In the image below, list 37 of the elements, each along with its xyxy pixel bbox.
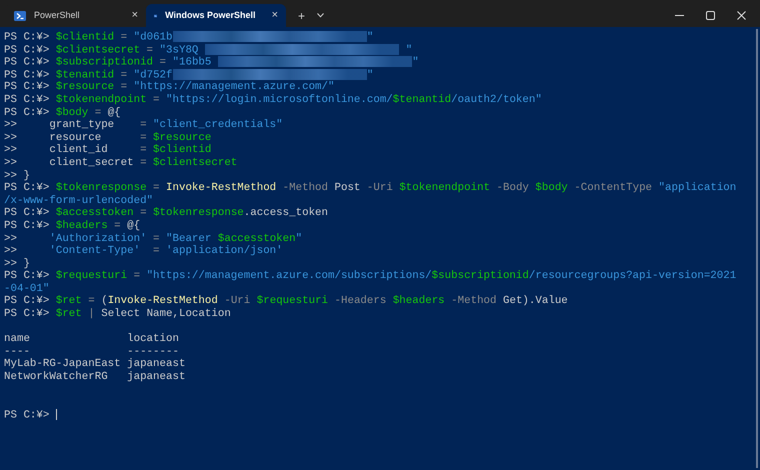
terminal-line: PS C:¥> $subscriptionid = "16bb5 " (4, 56, 419, 69)
terminal-line: >> 'Content-Type' = 'application/json' (4, 245, 283, 258)
terminal-line: >> 'Authorization' = "Bearer $accesstoken" (4, 232, 302, 245)
terminal-line: PS C:¥> $body = @{ (4, 106, 121, 120)
terminal-line: -04-01" (4, 282, 50, 296)
terminal-line: MyLab-RG-JapanEast japaneast (4, 358, 186, 371)
new-tab-button[interactable]: + (298, 6, 306, 24)
terminal-line: ---- -------- (4, 346, 179, 358)
terminal-line: >> } (4, 170, 30, 182)
close-icon[interactable] (737, 11, 746, 20)
terminal-line: PS C:¥> $clientid = "d061b " (4, 31, 374, 44)
tab[interactable]: Windows PowerShell × (146, 4, 286, 27)
terminal-line: >> } (4, 258, 30, 270)
terminal-line: PS C:¥> $accesstoken = $tokenresponse.access_token (4, 207, 328, 220)
close-icon[interactable]: × (272, 7, 278, 24)
chevron-down-icon[interactable] (317, 13, 324, 18)
terminal-line: PS C:¥> $ret | Select Name,Location (4, 308, 231, 321)
maximize-icon[interactable] (706, 11, 715, 20)
terminal-line: PS C:¥> $clientsecret = "3sY8Q " (4, 44, 412, 56)
terminal-line: PS C:¥> $tokenendpoint = "https://login.microsoftonline.com/$tenantid/oauth2/token" (4, 94, 542, 107)
terminal-line: /x-www-form-urlencoded" (4, 194, 154, 207)
terminal-line: >> client_secret = $clientsecret (4, 156, 238, 170)
terminal-line: NetworkWatcherRG japaneast (4, 371, 186, 384)
terminal-line: >> grant_type = "client_credentials" (4, 119, 283, 132)
terminal-line: PS C:¥> $tenantid = "d752f " (4, 68, 374, 82)
terminal-line: PS C:¥> $ret = (Invoke-RestMethod -Uri $requesturi -Headers $headers -Method Get).Value (4, 295, 568, 308)
terminal-line: PS C:¥> $resource = "https://management.azure.com/" (4, 81, 334, 94)
terminal-line: >> resource = $resource (4, 132, 212, 144)
terminal-line: PS C:¥> $headers = @{ (4, 220, 140, 232)
terminal-line: PS C:¥> (4, 408, 57, 422)
tab-title: PowerShell (34, 8, 80, 22)
terminal-line: PS C:¥> $tokenresponse = Invoke-RestMethod -Method Post -Uri $tokenendpoint -Body $body -ContentType "application (4, 182, 736, 195)
tab-title: Windows PowerShell (165, 8, 256, 22)
terminal-line: >> client_id = $clientid (4, 144, 212, 157)
close-icon[interactable]: × (132, 7, 138, 24)
terminal-line: name location (4, 333, 179, 346)
terminal-line: PS C:¥> $requesturi = "https://management.azure.com/subscriptions/$subscriptionid/resourcegroups?api-version=2021 (4, 270, 736, 283)
